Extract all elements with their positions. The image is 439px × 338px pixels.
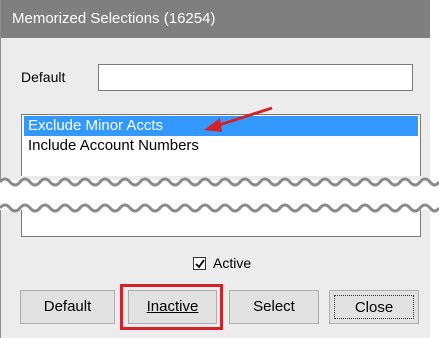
torn-edge-top (0, 177, 439, 187)
close-button-focus-ring: Close (334, 295, 414, 319)
list-item-label: Include Account Numbers (28, 137, 199, 154)
close-button-label: Close (354, 299, 394, 316)
select-button-label: Select (253, 298, 295, 315)
callout-arrow-icon (204, 106, 273, 132)
close-button[interactable]: Close (329, 290, 419, 324)
inactive-button-highlight (120, 284, 223, 330)
torn-edge-divider (0, 177, 439, 213)
checkmark-icon (195, 259, 205, 269)
active-checkbox[interactable] (193, 257, 206, 270)
default-name-input[interactable] (98, 64, 413, 91)
default-field-label: Default (21, 69, 66, 85)
window-title: Memorized Selections (16254) (12, 10, 216, 27)
default-button-label: Default (43, 298, 92, 315)
title-bar[interactable]: Memorized Selections (16254) (1, 0, 430, 38)
active-checkbox-label: Active (213, 255, 252, 271)
select-button[interactable]: Select (229, 290, 319, 324)
default-button[interactable]: Default (20, 290, 115, 324)
torn-edge-bottom (0, 203, 439, 213)
list-item-label: Exclude Minor Accts (28, 117, 164, 134)
